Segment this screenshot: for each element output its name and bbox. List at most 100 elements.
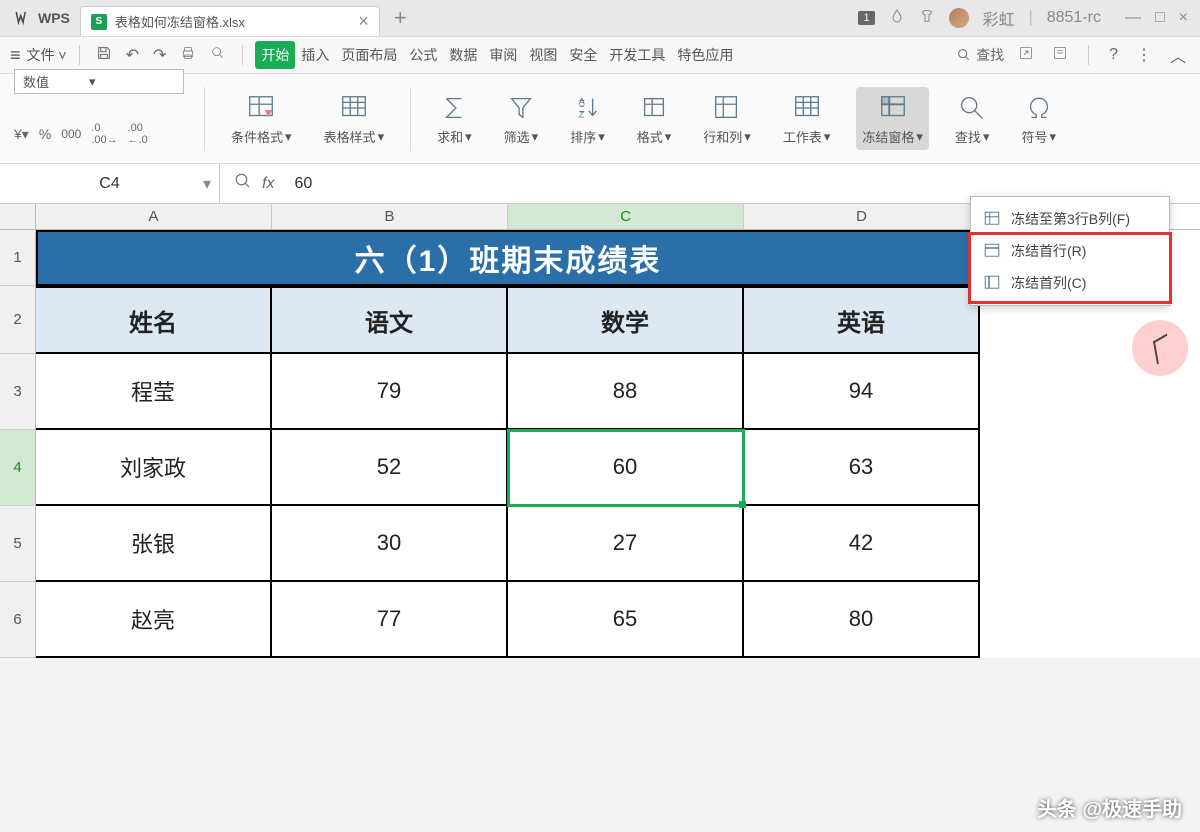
undo-icon[interactable]: ↶ [122,43,143,67]
avatar[interactable] [949,8,969,28]
table-cell[interactable]: 张银 [36,506,272,582]
col-header-c[interactable]: C [508,204,744,229]
row-header-6[interactable]: 6 [0,582,36,658]
col-header-d[interactable]: D [744,204,980,229]
table-style-button[interactable]: 表格样式▾ [318,87,391,150]
tshirt-icon[interactable] [919,8,935,29]
hamburger-icon[interactable]: ≡ [10,45,21,66]
more-icon[interactable]: ⋮ [1132,43,1156,67]
format-button[interactable]: 格式▾ [631,87,678,150]
active-cell[interactable]: 60 [508,430,744,506]
find-button[interactable]: 查找 [956,45,1004,65]
print-icon[interactable] [176,43,200,68]
row-header-4[interactable]: 4 [0,430,36,506]
minimize-icon[interactable]: — [1125,9,1141,27]
table-cell[interactable]: 88 [508,354,744,430]
table-cell[interactable]: 30 [272,506,508,582]
username[interactable]: 彩虹 [983,6,1015,30]
table-cell[interactable]: 77 [272,582,508,658]
sum-button[interactable]: 求和▾ [431,87,478,150]
header-math[interactable]: 数学 [508,286,744,354]
row-header-3[interactable]: 3 [0,354,36,430]
collapse-ribbon-icon[interactable]: ︿ [1166,41,1190,69]
title-cell[interactable]: 六（1）班期末成绩表 [36,230,980,286]
titlebar: WPS S 表格如何冻结窗格.xlsx × + 1 彩虹 | 8851-rc —… [0,0,1200,36]
tab-layout[interactable]: 页面布局 [335,41,403,69]
table-cell[interactable]: 65 [508,582,744,658]
freeze-first-row-item[interactable]: 冻结首行(R) [971,235,1169,267]
conditional-format-button[interactable]: 条件格式▾ [225,87,298,150]
decrease-decimal-icon[interactable]: .00←.0 [128,122,148,146]
fx-icon[interactable]: fx [262,175,274,193]
notification-badge[interactable]: 1 [858,11,874,25]
tab-data[interactable]: 数据 [443,41,483,69]
tab-review[interactable]: 审阅 [483,41,523,69]
freeze-first-col-item[interactable]: 冻结首列(C) [971,267,1169,299]
chevron-down-icon: ▾ [532,129,539,145]
tab-dev[interactable]: 开发工具 [603,41,671,69]
row-header-5[interactable]: 5 [0,506,36,582]
percent-icon[interactable]: % [39,126,51,142]
close-window-icon[interactable]: × [1179,9,1188,27]
currency-icon[interactable]: ¥▾ [14,126,29,143]
tab-security[interactable]: 安全 [563,41,603,69]
app-name: WPS [38,10,70,26]
table-cell[interactable]: 52 [272,430,508,506]
col-header-b[interactable]: B [272,204,508,229]
freeze-panes-button[interactable]: 冻结窗格▾ [856,87,929,150]
table-cell[interactable]: 79 [272,354,508,430]
freeze-panes-menu: 冻结至第3行B列(F) 冻结首行(R) 冻结首列(C) [970,196,1170,306]
col-header-a[interactable]: A [36,204,272,229]
preview-icon[interactable] [206,43,230,68]
water-icon[interactable] [889,8,905,29]
document-tab[interactable]: S 表格如何冻结窗格.xlsx × [80,6,380,36]
table-cell[interactable]: 程莹 [36,354,272,430]
tab-formula[interactable]: 公式 [403,41,443,69]
name-box[interactable]: C4 ▾ [0,164,220,203]
tab-start[interactable]: 开始 [255,41,295,69]
worksheet-button[interactable]: 工作表▾ [777,87,837,150]
document-filename: 表格如何冻结窗格.xlsx [115,12,245,31]
chevron-down-icon: ▾ [465,129,472,145]
magnifier-icon [955,91,989,125]
chevron-down-icon: ▾ [983,129,990,145]
symbol-button[interactable]: 符号▾ [1015,87,1062,150]
freeze-to-cell-item[interactable]: 冻结至第3行B列(F) [971,203,1169,235]
formula-input[interactable]: 60 [284,175,312,193]
increase-decimal-icon[interactable]: .0.00→ [91,122,117,146]
cond-format-icon [244,91,278,125]
wps-icon [14,9,32,27]
file-menu[interactable]: 文件 ˅ [27,45,67,65]
redo-icon[interactable]: ↷ [149,43,170,67]
tab-insert[interactable]: 插入 [295,41,335,69]
tab-view[interactable]: 视图 [523,41,563,69]
table-cell[interactable]: 94 [744,354,980,430]
maximize-icon[interactable]: □ [1155,9,1165,27]
new-tab-button[interactable]: + [380,5,421,31]
table-cell[interactable]: 42 [744,506,980,582]
header-name[interactable]: 姓名 [36,286,272,354]
save-icon[interactable] [92,43,116,68]
share-icon[interactable] [1014,43,1038,68]
help-icon[interactable]: ? [1105,44,1122,66]
close-tab-icon[interactable]: × [358,11,369,32]
header-chinese[interactable]: 语文 [272,286,508,354]
row-header-2[interactable]: 2 [0,286,36,354]
header-english[interactable]: 英语 [744,286,980,354]
find-ribbon-button[interactable]: 查找▾ [949,87,996,150]
table-cell[interactable]: 63 [744,430,980,506]
zoom-formula-icon[interactable] [234,172,252,195]
table-cell[interactable]: 27 [508,506,744,582]
row-header-1[interactable]: 1 [0,230,36,286]
filter-button[interactable]: 筛选▾ [498,87,545,150]
table-cell[interactable]: 刘家政 [36,430,272,506]
table-cell[interactable]: 赵亮 [36,582,272,658]
sort-button[interactable]: AZ 排序▾ [564,87,611,150]
select-all-corner[interactable] [0,204,36,229]
number-format-combo[interactable]: 数值▾ [14,69,184,94]
thousands-icon[interactable]: 000 [61,127,81,141]
tab-special[interactable]: 特色应用 [671,41,739,69]
table-cell[interactable]: 80 [744,582,980,658]
pin-icon[interactable] [1048,43,1072,68]
rowcol-button[interactable]: 行和列▾ [697,87,757,150]
